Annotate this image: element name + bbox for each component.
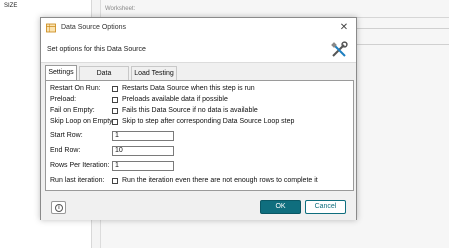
fail-on-empty-label: Fail on Empty: [50, 107, 95, 114]
tab-load-testing[interactable]: Load Testing [131, 66, 177, 80]
restart-on-run-text[interactable]: Restarts Data Source when this step is r… [122, 85, 255, 92]
dialog-subtitle: Set options for this Data Source [47, 46, 146, 53]
preload-text[interactable]: Preloads available data if possible [122, 96, 228, 103]
dialog-title: Data Source Options [61, 24, 126, 31]
data-source-icon [46, 23, 56, 33]
rows-per-iteration-label: Rows Per Iteration: [50, 162, 110, 169]
preload-checkbox[interactable] [112, 97, 118, 103]
close-button[interactable]: ✕ [338, 21, 350, 34]
restart-on-run-checkbox[interactable] [112, 86, 118, 92]
skip-loop-on-empty-label: Skip Loop on Empty: [50, 118, 115, 125]
info-icon: i [55, 204, 63, 212]
tab-settings[interactable]: Settings [45, 65, 77, 81]
fail-on-empty-checkbox[interactable] [112, 108, 118, 114]
run-last-iteration-checkbox[interactable] [112, 178, 118, 184]
settings-panel: Restart On Run: Restarts Data Source whe… [45, 80, 354, 191]
fail-on-empty-text[interactable]: Fails this Data Source if no data is ava… [122, 107, 258, 114]
tab-data-processing[interactable]: Data Processing [79, 66, 129, 90]
rows-per-iteration-input[interactable]: 1 [112, 161, 174, 171]
restart-on-run-label: Restart On Run: [50, 85, 101, 92]
data-source-options-dialog: Data Source Options ✕ Set options for th… [40, 17, 357, 220]
worksheet-bar [100, 2, 449, 18]
end-row-input[interactable]: 10 [112, 146, 174, 156]
ok-button[interactable]: OK [260, 200, 301, 214]
worksheet-label: Worksheet: [105, 6, 136, 12]
start-row-input[interactable]: 1 [112, 131, 174, 141]
skip-loop-on-empty-text[interactable]: Skip to step after corresponding Data So… [122, 118, 294, 125]
end-row-label: End Row: [50, 147, 81, 154]
cancel-button[interactable]: Cancel [305, 200, 346, 214]
tools-icon [331, 41, 348, 57]
dialog-header: Set options for this Data Source [41, 38, 356, 63]
size-column-header: SIZE [4, 3, 18, 9]
start-row-label: Start Row: [50, 132, 83, 139]
run-last-iteration-text[interactable]: Run the iteration even there are not eno… [122, 177, 318, 184]
run-last-iteration-label: Run last iteration: [50, 177, 105, 184]
dialog-titlebar[interactable]: Data Source Options ✕ [41, 18, 356, 38]
info-button[interactable]: i [51, 201, 66, 214]
skip-loop-on-empty-checkbox[interactable] [112, 119, 118, 125]
dialog-footer: i OK Cancel [41, 193, 356, 220]
preload-label: Preload: [50, 96, 77, 103]
